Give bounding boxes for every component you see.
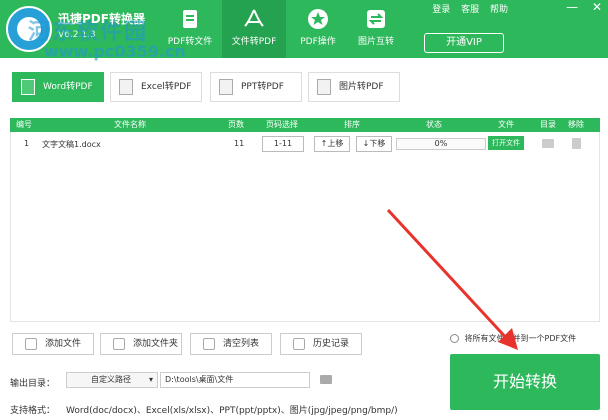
window-controls: — ✕ — [556, 0, 602, 14]
history-icon — [293, 338, 305, 350]
col-file: 文件 — [498, 120, 514, 129]
minimize-icon[interactable]: — — [566, 0, 578, 14]
page-range-input[interactable]: 1-11 — [262, 136, 304, 152]
col-filename: 文件名称 — [114, 120, 146, 129]
subtab-label: PPT转PDF — [241, 82, 284, 92]
clear-list-button[interactable]: 清空列表 — [190, 333, 272, 355]
watermark-url: www.pc0359.cn — [44, 42, 186, 61]
subtab-label: Excel转PDF — [141, 82, 192, 92]
image-convert-icon — [367, 10, 385, 28]
close-icon[interactable]: ✕ — [592, 0, 602, 14]
add-folder-button[interactable]: 添加文件夹 — [100, 333, 182, 355]
tab-pdf-operations[interactable]: PDF操作 — [286, 0, 350, 58]
subtab-excel-to-pdf[interactable]: Excel转PDF — [110, 72, 202, 102]
button-label: 添加文件 — [45, 339, 82, 349]
support-value: Word(doc/docx)、Excel(xls/xlsx)、PPT(ppt/p… — [66, 406, 398, 416]
merge-label: 将所有文件合并到一个PDF文件 — [464, 334, 577, 343]
tab-label: 文件转PDF — [231, 37, 277, 47]
add-folder-icon — [113, 338, 125, 350]
output-mode-select[interactable]: 自定义路径 ▾ — [66, 372, 158, 388]
help-link[interactable]: 帮助 — [490, 5, 508, 15]
merge-option[interactable]: 将所有文件合并到一个PDF文件 — [450, 333, 576, 344]
col-dir: 目录 — [540, 120, 556, 129]
progress-bar: 0% — [396, 138, 486, 150]
row-index: 1 — [24, 139, 30, 148]
browse-folder-icon[interactable] — [320, 375, 332, 384]
col-pages: 页数 — [228, 120, 244, 129]
start-convert-button[interactable]: 开始转换 — [450, 354, 600, 410]
folder-icon[interactable] — [542, 139, 554, 148]
col-sort: 排序 — [344, 120, 360, 129]
vip-button[interactable]: 开通VIP — [424, 33, 504, 53]
button-label: 添加文件夹 — [133, 339, 179, 349]
move-up-button[interactable]: ↑上移 — [314, 136, 350, 152]
ppt-doc-icon — [219, 79, 233, 95]
app-header: 迅捷PDF转换器 V6.2.1.3 PDF转文件 文件转PDF PDF操作 图片… — [0, 0, 608, 61]
tab-label: 图片互转 — [357, 37, 394, 47]
tab-image-convert[interactable]: 图片互转 — [344, 0, 408, 58]
col-range: 页码选择 — [266, 120, 298, 129]
subtab-ppt-to-pdf[interactable]: PPT转PDF — [210, 72, 302, 102]
support-label: 支持格式： — [10, 406, 56, 416]
open-file-button[interactable]: 打开文件 — [488, 136, 524, 150]
excel-doc-icon — [119, 79, 133, 95]
button-label: 历史记录 — [313, 339, 350, 349]
tab-label: PDF操作 — [300, 37, 336, 47]
history-button[interactable]: 历史记录 — [280, 333, 362, 355]
output-path-field[interactable]: D:\tools\桌面\文件 — [160, 372, 310, 388]
file-table — [10, 132, 600, 322]
merge-radio[interactable] — [450, 334, 459, 343]
service-link[interactable]: 客服 — [461, 5, 479, 15]
login-link[interactable]: 登录 — [432, 5, 450, 15]
pdf-to-file-icon — [183, 10, 197, 28]
col-status: 状态 — [426, 120, 442, 129]
file-to-pdf-icon — [244, 9, 264, 27]
move-down-button[interactable]: ↓下移 — [356, 136, 392, 152]
add-file-button[interactable]: 添加文件 — [12, 333, 94, 355]
add-file-icon — [25, 338, 37, 350]
trash-icon[interactable] — [572, 138, 581, 149]
col-index: 编号 — [16, 120, 32, 129]
button-label: 清空列表 — [223, 339, 260, 349]
support-formats: 支持格式： Word(doc/docx)、Excel(xls/xlsx)、PPT… — [10, 403, 398, 416]
image-doc-icon — [317, 79, 331, 95]
clear-icon — [203, 338, 215, 350]
star-icon — [308, 9, 328, 29]
chevron-down-icon: ▾ — [148, 375, 153, 384]
header-links: 登录 客服 帮助 — [424, 2, 508, 15]
subtab-image-to-pdf[interactable]: 图片转PDF — [308, 72, 400, 102]
subtab-label: 图片转PDF — [339, 82, 384, 92]
subtab-word-to-pdf[interactable]: Word转PDF — [12, 72, 104, 102]
row-filename: 文字文稿1.docx — [42, 140, 101, 149]
output-label: 输出目录： — [10, 379, 56, 389]
table-header: 编号 文件名称 页数 页码选择 排序 状态 文件 目录 移除 — [10, 118, 600, 132]
table-row: 1 文字文稿1.docx 11 1-11 ↑上移 ↓下移 0% 打开文件 — [10, 136, 600, 154]
subtab-label: Word转PDF — [43, 82, 93, 92]
output-mode-value: 自定义路径 — [91, 375, 131, 384]
tab-file-to-pdf[interactable]: 文件转PDF — [222, 0, 286, 58]
row-pages: 11 — [234, 139, 245, 148]
col-remove: 移除 — [568, 120, 584, 129]
word-doc-icon — [21, 79, 35, 95]
